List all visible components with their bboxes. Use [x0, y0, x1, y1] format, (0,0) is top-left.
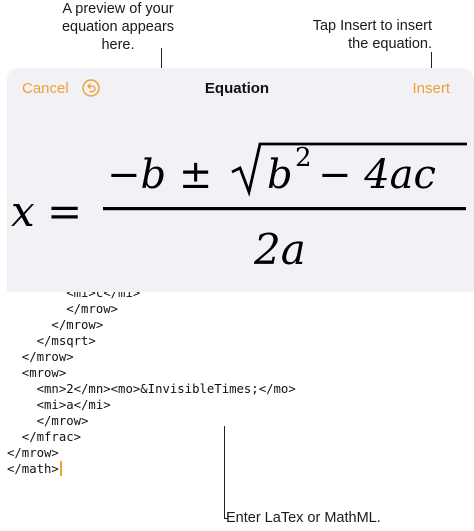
code-line: </mrow> [7, 414, 89, 428]
code-line: </mrow> [7, 350, 74, 364]
code-line: <mrow> [7, 366, 67, 380]
code-line: </msqrt> [7, 334, 96, 348]
code-line-text: </math> [7, 462, 59, 476]
fraction-bar [103, 207, 466, 211]
code-line-last: </math> [7, 461, 62, 477]
code-line: <mn>2</mn><mo>&InvisibleTimes;</mo> [7, 382, 296, 396]
code-line: </mrow> [7, 318, 104, 332]
callout-editor-text: Enter LaTex or MathML. [226, 510, 381, 526]
equation-denominator: 2a [253, 225, 306, 274]
equation-radicand-rest: − 4ac [318, 152, 436, 198]
callout-insert-text: Tap Insert to insert the equation. [312, 18, 432, 52]
code-line: </mfrac> [7, 430, 82, 444]
code-line: </mrow> [7, 446, 59, 460]
equation-lhs: x [11, 187, 35, 236]
equation-preview-area: Cancel Equation Insert x = −b ± b 2 − 4a… [7, 68, 474, 292]
equation-title: Equation [204, 80, 270, 97]
insert-button[interactable]: Insert [412, 80, 450, 97]
equation-toolbar: Cancel Equation Insert [7, 68, 474, 108]
equation-numerator-prefix: −b ± [107, 152, 212, 198]
equation-radicand-exponent: 2 [295, 143, 312, 173]
callout-editor-leader [224, 426, 225, 519]
text-caret [59, 461, 62, 476]
equation-equals: = [47, 187, 82, 236]
mathml-editor[interactable]: <mi>c</mi> </mrow> </mrow> </msqrt> </mr… [7, 292, 474, 496]
equation-sheet: Cancel Equation Insert x = −b ± b 2 − 4a… [7, 68, 474, 496]
equation-preview: x = −b ± b 2 − 4ac 2a [11, 142, 467, 274]
equation-radicand-base: b [267, 152, 293, 198]
code-line: </mrow> [7, 302, 119, 316]
code-line: <mi>a</mi> [7, 398, 111, 412]
callout-preview-text: A preview of your equation appears here. [61, 1, 175, 53]
code-line: <mi>c</mi> [7, 292, 141, 300]
